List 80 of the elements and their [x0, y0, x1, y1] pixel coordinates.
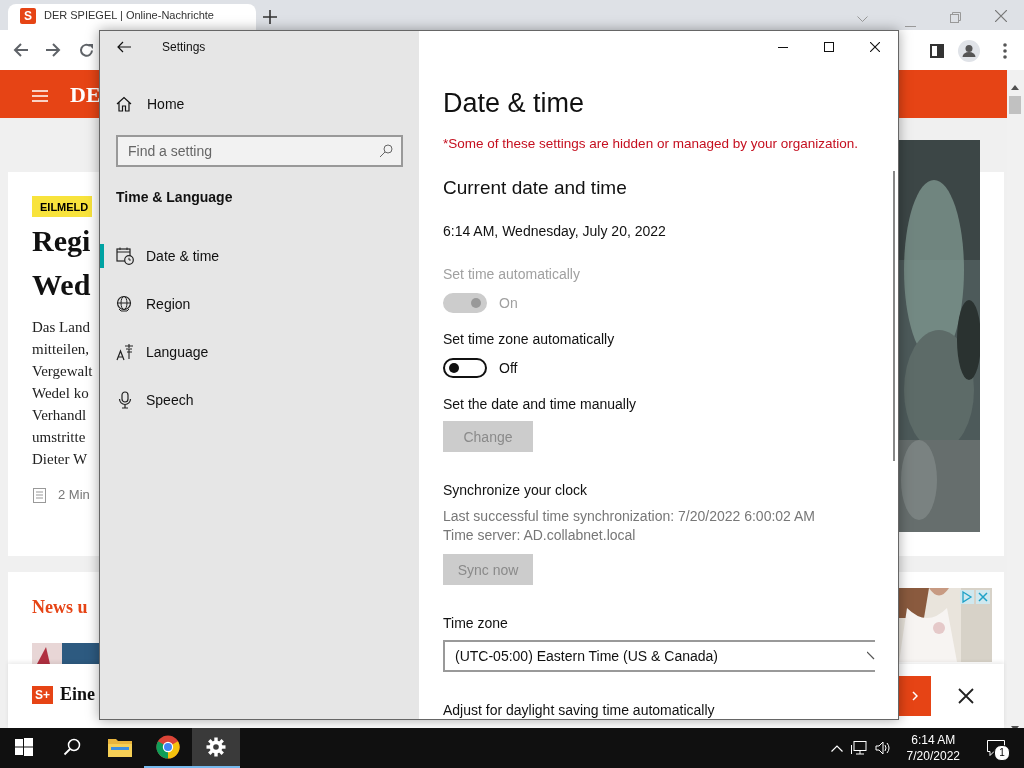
windows-start-icon — [15, 738, 33, 756]
taskbar-button[interactable] — [192, 728, 240, 768]
time-zone-dropdown[interactable]: (UTC-05:00) Eastern Time (US & Canada) — [443, 640, 875, 672]
nav-item[interactable]: Region — [100, 280, 419, 328]
side-panel-icon[interactable] — [930, 44, 944, 58]
promo-text[interactable]: Eine — [60, 684, 95, 705]
notification-count: 1 — [994, 745, 1010, 761]
toggle-state: Off — [499, 360, 518, 376]
article-text: umstritte — [32, 428, 87, 447]
search-icon — [63, 738, 81, 756]
home-nav-item[interactable]: Home — [100, 80, 419, 128]
nav-item[interactable]: Date & time — [100, 232, 419, 280]
scrollbar-thumb[interactable] — [893, 171, 895, 461]
site-logo[interactable]: DE — [70, 82, 101, 108]
microphone-icon — [116, 391, 134, 409]
setting-label: Set the date and time manually — [443, 395, 636, 414]
volume-icon[interactable] — [874, 741, 891, 755]
clock-time: 6:14 AM — [910, 732, 957, 748]
article-text: Wedel ko — [32, 384, 90, 403]
folder-icon — [108, 737, 132, 757]
sync-info: Time server: AD.collabnet.local — [443, 526, 637, 545]
chrome-icon — [156, 735, 180, 759]
article-text: Vergewalt — [32, 362, 93, 381]
close-icon — [870, 42, 880, 52]
toggle-state: On — [499, 295, 518, 311]
article-text: Verhandl — [32, 406, 88, 425]
page-title: Date & time — [443, 87, 585, 120]
network-icon[interactable] — [850, 741, 867, 755]
chevron-right-icon — [912, 691, 918, 701]
section-heading: Current date and time — [443, 176, 627, 200]
scrollbar-thumb[interactable] — [1009, 96, 1021, 114]
notification-icon — [987, 740, 1005, 756]
chevron-up-icon[interactable] — [830, 744, 843, 752]
back-icon[interactable] — [13, 43, 29, 57]
breaking-news-badge: EILMELD — [32, 196, 93, 217]
headline[interactable]: Wed — [32, 268, 91, 302]
article-text: Dieter W — [32, 450, 89, 469]
globe-icon — [116, 295, 134, 313]
notification-button[interactable]: 1 — [976, 728, 1016, 768]
search-field[interactable]: Find a setting — [116, 135, 403, 167]
policy-notice: *Some of these settings are hidden or managed by your organization. — [443, 135, 858, 153]
taskbar-clock[interactable]: 6:14 AM 7/20/2022 — [898, 732, 968, 764]
calendar-clock-icon — [116, 247, 134, 265]
language-icon — [116, 343, 134, 361]
home-icon — [116, 96, 132, 112]
article-text: mitteilen, — [32, 340, 91, 359]
article-text: Das Land — [32, 318, 91, 337]
setting-label: Adjust for daylight saving time automatically — [443, 701, 715, 719]
headline[interactable]: Regi — [32, 224, 91, 258]
nav-item[interactable]: Speech — [100, 376, 419, 424]
read-time: 2 Min — [58, 487, 90, 502]
profile-icon[interactable] — [958, 40, 980, 62]
nav-item[interactable]: Language — [100, 328, 419, 376]
scroll-up-icon[interactable] — [1011, 85, 1019, 90]
toggle-switch[interactable] — [443, 358, 487, 378]
plus-badge: S+ — [32, 686, 53, 704]
section-title: News u — [32, 597, 88, 618]
window-title: Settings — [162, 40, 206, 54]
setting-label: Time zone — [443, 614, 508, 633]
new-tab-icon[interactable] — [263, 10, 277, 24]
setting-label: Set time automatically — [443, 265, 580, 284]
sync-info: Last successful time synchronization: 7/20/2022 6:00:02 AM — [443, 507, 815, 526]
tab-title: DER SPIEGEL | Online-Nachrichte — [44, 9, 214, 21]
forward-icon[interactable] — [45, 43, 61, 57]
reload-icon[interactable] — [79, 43, 94, 58]
more-menu-icon[interactable] — [1003, 43, 1007, 59]
back-arrow-icon — [117, 41, 131, 53]
site-favicon: S — [20, 8, 36, 24]
minimize-icon — [778, 46, 788, 48]
category-heading: Time & Language — [116, 188, 234, 207]
close-icon[interactable] — [958, 688, 974, 704]
gear-icon — [206, 737, 226, 757]
setting-label: Set time zone automatically — [443, 330, 615, 349]
article-icon — [33, 488, 46, 503]
setting-label: Synchronize your clock — [443, 481, 587, 500]
clock-date: 7/20/2022 — [906, 748, 960, 764]
search-icon — [379, 144, 393, 158]
menu-icon[interactable] — [32, 90, 48, 102]
maximize-icon — [824, 42, 834, 52]
current-date-time: 6:14 AM, Wednesday, July 20, 2022 — [443, 222, 666, 241]
